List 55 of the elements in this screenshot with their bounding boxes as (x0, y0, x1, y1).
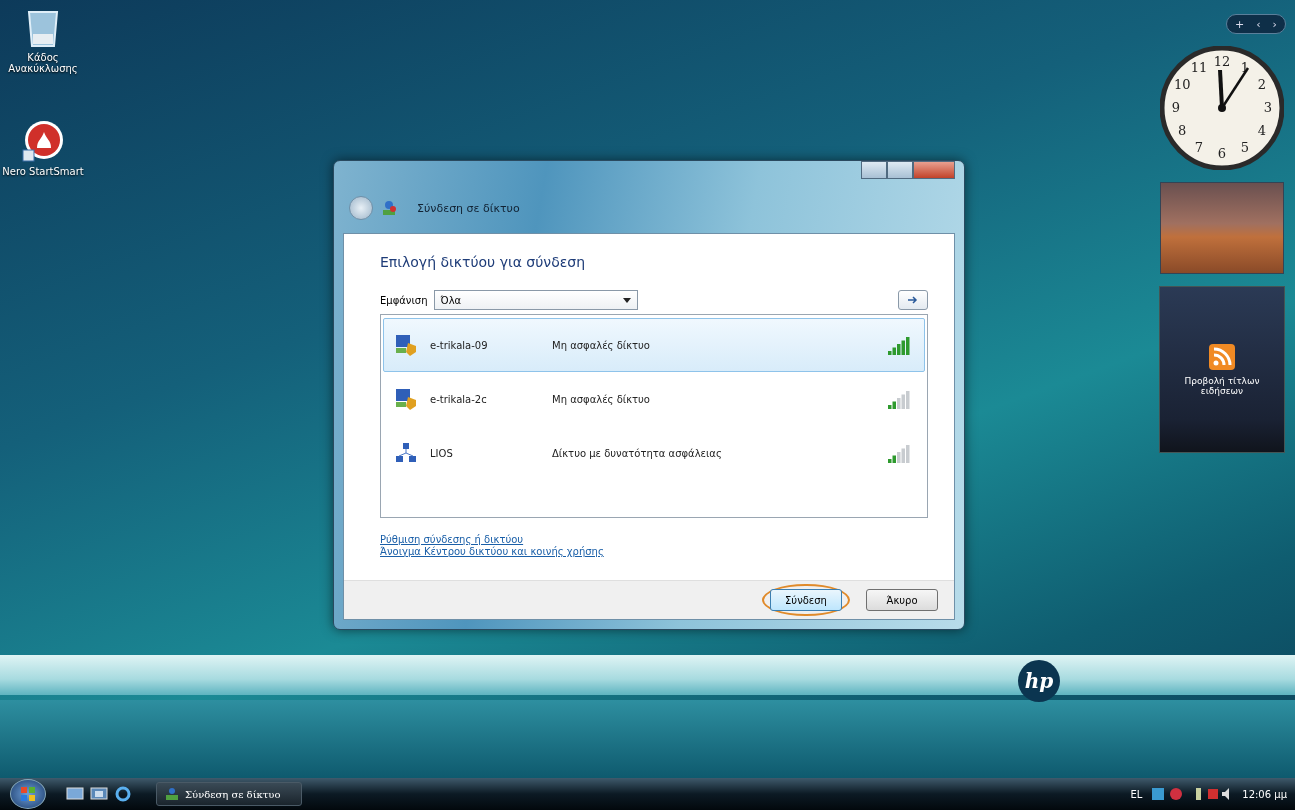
clock-number: 12 (1213, 54, 1231, 69)
clock-number: 2 (1257, 77, 1266, 92)
desktop-icon-label[interactable]: Nero StartSmart (2, 166, 84, 177)
network-name: e-trikala-09 (430, 339, 489, 351)
flame-icon (22, 120, 64, 162)
network-row[interactable]: LIOS Δίκτυο με δυνατότητα ασφάλειας (383, 426, 925, 480)
cancel-button[interactable]: Άκυρο (866, 589, 938, 612)
gadget-control[interactable]: › (1272, 17, 1277, 31)
network-wizard-icon (381, 200, 397, 216)
clock-number: 5 (1240, 139, 1250, 155)
close-button[interactable] (913, 161, 955, 179)
link[interactable]: Άνοιγμα Κέντρου δικτύου και κοινής χρήσης (380, 546, 604, 557)
network-row[interactable]: e-trikala-2c Μη ασφαλές δίκτυο (383, 372, 925, 426)
rss-icon (1209, 343, 1235, 370)
clock-time[interactable]: 12:06 μμ (1242, 788, 1287, 800)
refresh-icon (906, 295, 920, 305)
window-switch-icon[interactable] (90, 785, 108, 803)
refresh-button[interactable] (898, 290, 928, 310)
taskbar-button[interactable]: Σύνδεση σε δίκτυο (156, 782, 302, 806)
clock-number: 9 (1171, 100, 1181, 115)
network-row[interactable]: e-trikala-09 Μη ασφαλές δίκτυο (383, 318, 925, 372)
minimize-button[interactable] (861, 161, 887, 179)
network-name: LIOS (430, 447, 454, 459)
gadget-control[interactable]: ‹ (1256, 17, 1261, 31)
recycle-bin-icon (26, 8, 60, 48)
show-dropdown[interactable]: Όλα (433, 290, 638, 310)
network-icon (394, 441, 418, 465)
clock-number: 4 (1257, 123, 1266, 138)
clock-number: 7 (1194, 139, 1204, 155)
windows-logo-icon (20, 786, 36, 802)
window-title: Σύνδεση σε δίκτυο (417, 201, 520, 215)
language-indicator[interactable]: EL (1130, 788, 1143, 800)
maximize-button[interactable] (887, 161, 913, 179)
clock-number: 3 (1263, 100, 1273, 115)
clock-number: 6 (1217, 146, 1227, 161)
network-warning-icon (394, 387, 418, 411)
show-desktop-icon[interactable] (66, 785, 84, 803)
clock-number: 11 (1190, 60, 1208, 76)
security-status: Δίκτυο με δυνατότητα ασφάλειας (552, 447, 723, 459)
connect-button[interactable]: Σύνδεση (770, 589, 842, 612)
link[interactable]: Ρύθμιση σύνδεσης ή δικτύου (380, 534, 524, 545)
network-warning-icon (394, 333, 418, 357)
network-name: e-trikala-2c (430, 393, 488, 405)
clock-number: 10 (1173, 77, 1191, 92)
feed-text: Προβολή τίτλων ειδήσεων (1183, 375, 1261, 396)
gadget-control[interactable]: + (1234, 17, 1245, 31)
security-status: Μη ασφαλές δίκτυο (552, 393, 651, 405)
back-button[interactable] (349, 196, 373, 220)
desktop-icon-label[interactable]: Κάδος Ανακύκλωσης (0, 52, 86, 74)
security-status: Μη ασφαλές δίκτυο (552, 339, 651, 351)
dialog-heading: Επιλογή δικτύου για σύνδεση (380, 254, 587, 270)
network-wizard-icon (165, 787, 179, 801)
show-label: Εμφάνιση (380, 294, 428, 306)
start-button[interactable] (10, 779, 46, 809)
clock-number: 8 (1178, 123, 1187, 138)
